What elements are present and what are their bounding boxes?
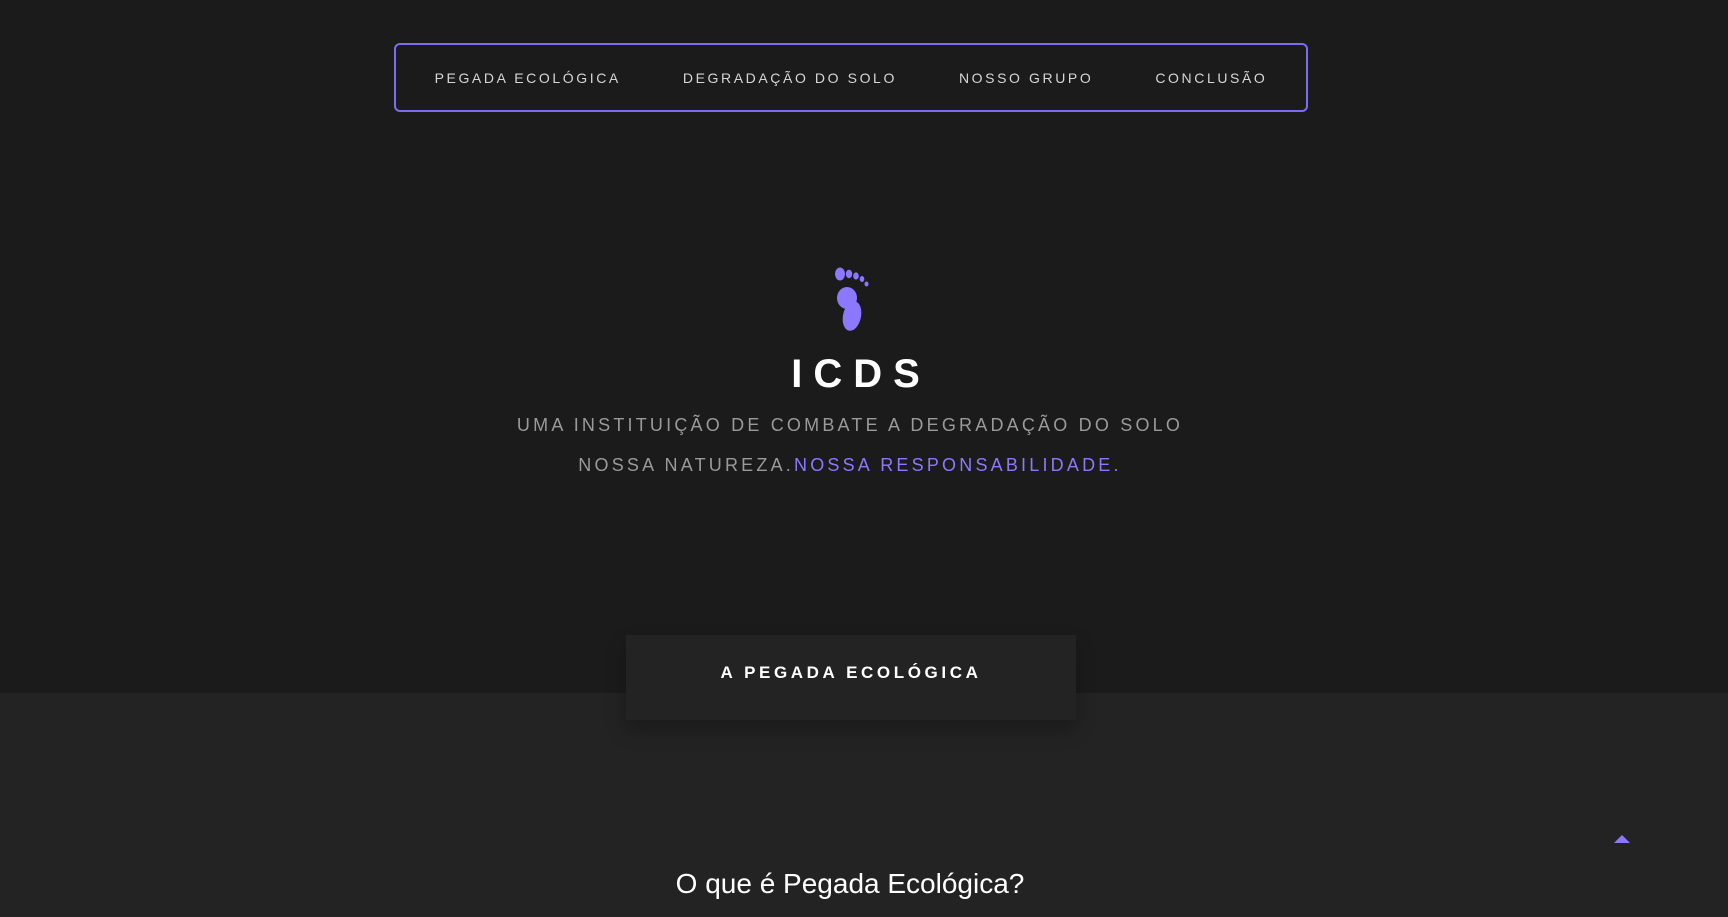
- nav-link-conclusao[interactable]: CONCLUSÃO: [1155, 70, 1267, 86]
- section-heading: O que é Pegada Ecológica?: [675, 868, 1025, 899]
- page: PEGADA ECOLÓGICA DEGRADAÇÃO DO SOLO NOSS…: [0, 0, 1728, 917]
- brand-motto: NOSSA NATUREZA.NOSSA RESPONSABILIDADE.: [0, 455, 1700, 476]
- section-title: A PEGADA ECOLÓGICA: [720, 663, 982, 682]
- nav-link-pegada-ecologica[interactable]: PEGADA ECOLÓGICA: [435, 70, 621, 86]
- scroll-to-top-button[interactable]: [1610, 828, 1634, 848]
- motto-part-one: NOSSA NATUREZA.: [578, 455, 794, 475]
- brand-tagline: UMA INSTITUIÇÃO DE COMBATE A DEGRADAÇÃO …: [516, 415, 1184, 435]
- motto-part-two: NOSSA RESPONSABILIDADE.: [794, 455, 1122, 475]
- footprint-icon: [835, 267, 869, 331]
- section-title-tab: A PEGADA ECOLÓGICA: [626, 635, 1076, 720]
- brand-title: ICDS: [791, 352, 931, 396]
- caret-up-icon: [1614, 835, 1630, 843]
- nav-link-degradacao-do-solo[interactable]: DEGRADAÇÃO DO SOLO: [683, 70, 897, 86]
- nav-link-nosso-grupo[interactable]: NOSSO GRUPO: [959, 70, 1093, 86]
- main-navigation: PEGADA ECOLÓGICA DEGRADAÇÃO DO SOLO NOSS…: [394, 43, 1308, 112]
